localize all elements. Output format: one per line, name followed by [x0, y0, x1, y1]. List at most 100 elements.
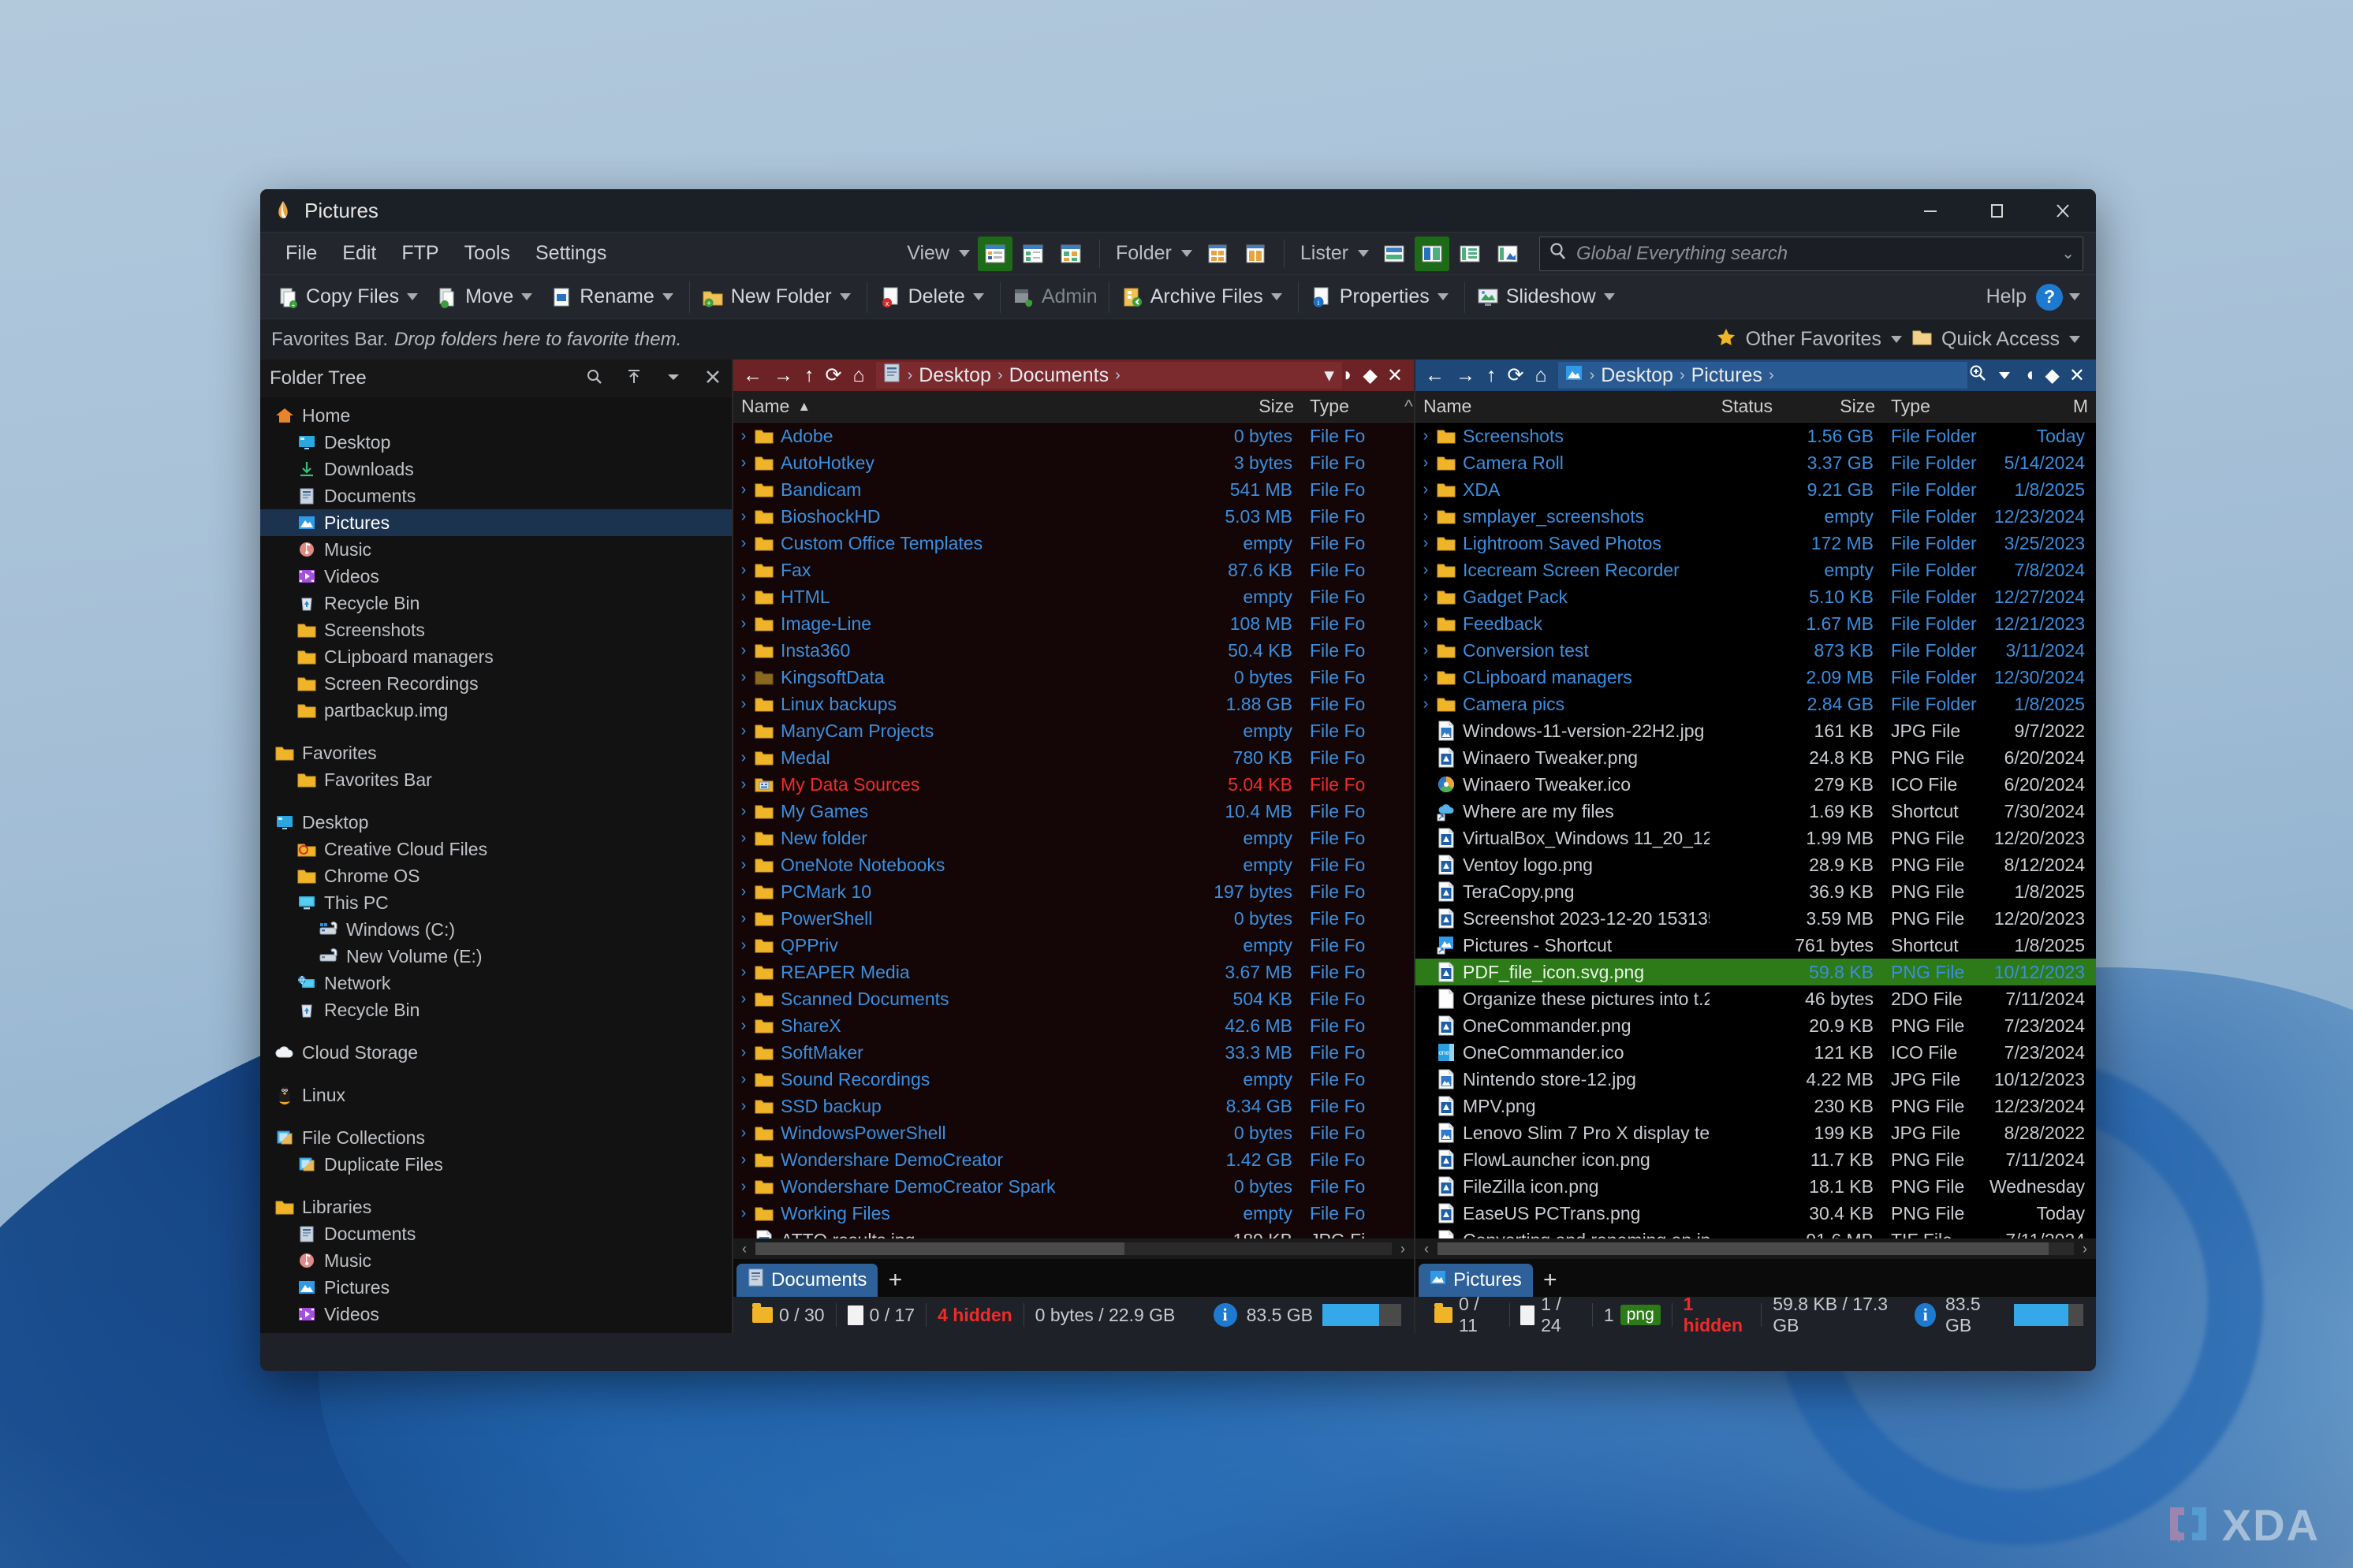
- sidebar-item-desktop[interactable]: Desktop: [260, 429, 732, 456]
- info-icon[interactable]: i: [1915, 1303, 1936, 1327]
- expand-chevron-icon[interactable]: ›: [733, 1205, 754, 1223]
- lister-single-icon[interactable]: [1377, 237, 1411, 271]
- move-button[interactable]: Move: [429, 278, 543, 316]
- sidebar-item-downloads[interactable]: Downloads: [260, 456, 732, 482]
- expand-chevron-icon[interactable]: ›: [733, 856, 754, 874]
- expand-chevron-icon[interactable]: ›: [733, 534, 754, 553]
- folder-view-a-icon[interactable]: [1200, 237, 1235, 271]
- view-details-icon[interactable]: [978, 237, 1012, 271]
- documents-path[interactable]: › Desktop › Documents › ▾: [876, 362, 1342, 389]
- table-row[interactable]: ›Scanned Documents504 KBFile Fo: [733, 985, 1414, 1012]
- lister-tree-icon[interactable]: [1452, 237, 1487, 271]
- table-row[interactable]: Organize these pictures into t.2do46 byt…: [1415, 985, 2096, 1012]
- sidebar-item-recycle-bin[interactable]: Recycle Bin: [260, 590, 732, 616]
- folder-label[interactable]: Folder: [1111, 242, 1176, 265]
- expand-chevron-icon[interactable]: ›: [733, 1097, 754, 1115]
- slideshow-caret-icon[interactable]: [1604, 293, 1615, 300]
- expand-chevron-icon[interactable]: ›: [1415, 695, 1436, 713]
- minimize-button[interactable]: [1897, 189, 1963, 232]
- table-row[interactable]: ›Feedback1.67 MBFile Folder12/21/2023: [1415, 610, 2096, 637]
- table-row[interactable]: ›Wondershare DemoCreator1.42 GBFile Fo: [733, 1146, 1414, 1173]
- table-row[interactable]: ›New folderemptyFile Fo: [733, 825, 1414, 851]
- table-row[interactable]: ›REAPER Media3.67 MBFile Fo: [733, 959, 1414, 985]
- pictures-crumb-pictures[interactable]: Pictures: [1691, 364, 1762, 387]
- archive-files-button[interactable]: Archive Files: [1114, 278, 1293, 316]
- table-row[interactable]: Ventoy logo.png28.9 KBPNG File8/12/2024: [1415, 851, 2096, 878]
- table-row[interactable]: TeraCopy.png36.9 KBPNG File1/8/2025: [1415, 878, 2096, 905]
- table-row[interactable]: ›Linux backups1.88 GBFile Fo: [733, 691, 1414, 717]
- sidebar-item-clipboard-managers[interactable]: CLipboard managers: [260, 643, 732, 670]
- home-icon[interactable]: ⌂: [1534, 364, 1546, 387]
- table-row[interactable]: Winaero Tweaker.png24.8 KBPNG File6/20/2…: [1415, 744, 2096, 771]
- pictures-swap-icon[interactable]: ◆: [2045, 364, 2059, 387]
- expand-chevron-icon[interactable]: ›: [733, 481, 754, 499]
- maximize-button[interactable]: [1963, 189, 2030, 232]
- view-columns-icon[interactable]: [1016, 237, 1050, 271]
- sidebar-item-favorites[interactable]: Favorites: [260, 739, 732, 766]
- admin-button[interactable]: Admin: [1005, 278, 1104, 316]
- sidebar-item-documents[interactable]: Documents: [260, 1220, 732, 1247]
- documents-hscroll-right-icon[interactable]: ›: [1395, 1241, 1411, 1257]
- table-row[interactable]: ›smplayer_screenshotsemptyFile Folder12/…: [1415, 503, 2096, 530]
- table-row[interactable]: ›Camera pics2.84 GBFile Folder1/8/2025: [1415, 691, 2096, 717]
- expand-chevron-icon[interactable]: ›: [733, 829, 754, 847]
- pictures-hscrollbar[interactable]: ‹ ›: [1415, 1238, 2096, 1259]
- tree-close-icon[interactable]: [703, 367, 722, 390]
- pictures-col-status[interactable]: Status: [1710, 396, 1781, 417]
- table-row[interactable]: ›OneNote NotebooksemptyFile Fo: [733, 851, 1414, 878]
- table-row[interactable]: MPV.png230 KBPNG File12/23/2024: [1415, 1093, 2096, 1119]
- documents-add-tab-button[interactable]: +: [878, 1264, 912, 1297]
- tree-search-icon[interactable]: [585, 367, 604, 390]
- pictures-zoom-caret-icon[interactable]: [1999, 372, 2010, 379]
- forward-icon[interactable]: →: [1456, 364, 1475, 387]
- sidebar-item-duplicate-files[interactable]: Duplicate Files: [260, 1151, 732, 1178]
- expand-chevron-icon[interactable]: ›: [733, 1124, 754, 1142]
- table-row[interactable]: ›SoftMaker33.3 MBFile Fo: [733, 1039, 1414, 1066]
- sidebar-item-partbackup-img[interactable]: partbackup.img: [260, 697, 732, 724]
- refresh-icon[interactable]: ⟳: [1508, 363, 1524, 387]
- documents-file-list[interactable]: ›Adobe0 bytesFile Fo›AutoHotkey3 bytesFi…: [733, 423, 1414, 1238]
- rename-caret-icon[interactable]: [662, 293, 673, 300]
- table-row[interactable]: ›My Games10.4 MBFile Fo: [733, 798, 1414, 825]
- archive-files-caret-icon[interactable]: [1271, 293, 1282, 300]
- documents-path-chevron-down-icon[interactable]: ▾: [1324, 363, 1342, 387]
- pictures-col-size[interactable]: Size: [1781, 396, 1883, 417]
- delete-caret-icon[interactable]: [973, 293, 984, 300]
- quick-access-caret-icon[interactable]: [2069, 336, 2080, 343]
- other-favorites-label[interactable]: Other Favorites: [1741, 328, 1886, 351]
- documents-crumb-documents[interactable]: Documents: [1009, 364, 1109, 387]
- sidebar-item-music[interactable]: Music: [260, 536, 732, 563]
- tree-collapse-all-icon[interactable]: [625, 367, 643, 390]
- help-icon[interactable]: ?: [2036, 284, 2063, 311]
- pictures-close-pane-icon[interactable]: ✕: [2069, 364, 2085, 387]
- table-row[interactable]: PDF_file_icon.svg.png59.8 KBPNG File10/1…: [1415, 959, 2096, 985]
- documents-split-right-icon[interactable]: ◗: [1342, 364, 1354, 386]
- sidebar-item-music[interactable]: Music: [260, 1247, 732, 1274]
- documents-close-pane-icon[interactable]: ✕: [1387, 364, 1403, 387]
- table-row[interactable]: ›Sound RecordingsemptyFile Fo: [733, 1066, 1414, 1093]
- table-row[interactable]: ›Camera Roll3.37 GBFile Folder5/14/2024: [1415, 449, 2096, 476]
- quick-access-label[interactable]: Quick Access: [1937, 328, 2064, 351]
- table-row[interactable]: ›Insta36050.4 KBFile Fo: [733, 637, 1414, 664]
- pictures-hscroll-left-icon[interactable]: ‹: [1419, 1241, 1434, 1257]
- expand-chevron-icon[interactable]: ›: [733, 776, 754, 794]
- table-row[interactable]: VirtualBox_Windows 11_20_12_2023_15_37_3…: [1415, 825, 2096, 851]
- expand-chevron-icon[interactable]: ›: [733, 937, 754, 955]
- search-input[interactable]: Global Everything search ⌄: [1539, 237, 2083, 271]
- table-row[interactable]: ›Screenshots1.56 GBFile FolderToday: [1415, 423, 2096, 449]
- refresh-icon[interactable]: ⟳: [826, 363, 842, 387]
- expand-chevron-icon[interactable]: ›: [733, 722, 754, 740]
- table-row[interactable]: ›Medal780 KBFile Fo: [733, 744, 1414, 771]
- expand-chevron-icon[interactable]: ›: [1415, 481, 1436, 499]
- sidebar-item-creative-cloud-files[interactable]: Creative Cloud Files: [260, 836, 732, 862]
- pictures-split-left-icon[interactable]: ◖: [2024, 364, 2036, 386]
- expand-chevron-icon[interactable]: ›: [733, 454, 754, 472]
- documents-swap-icon[interactable]: ◆: [1363, 364, 1377, 387]
- help-label[interactable]: Help: [1982, 285, 2031, 308]
- view-caret-icon[interactable]: [959, 250, 970, 257]
- table-row[interactable]: ›CLipboard managers2.09 MBFile Folder12/…: [1415, 664, 2096, 691]
- table-row[interactable]: ›AutoHotkey3 bytesFile Fo: [733, 449, 1414, 476]
- table-row[interactable]: oneOneCommander.ico121 KBICO File7/23/20…: [1415, 1039, 2096, 1066]
- table-row[interactable]: ›Lightroom Saved Photos172 MBFile Folder…: [1415, 530, 2096, 557]
- menu-edit[interactable]: Edit: [330, 242, 389, 265]
